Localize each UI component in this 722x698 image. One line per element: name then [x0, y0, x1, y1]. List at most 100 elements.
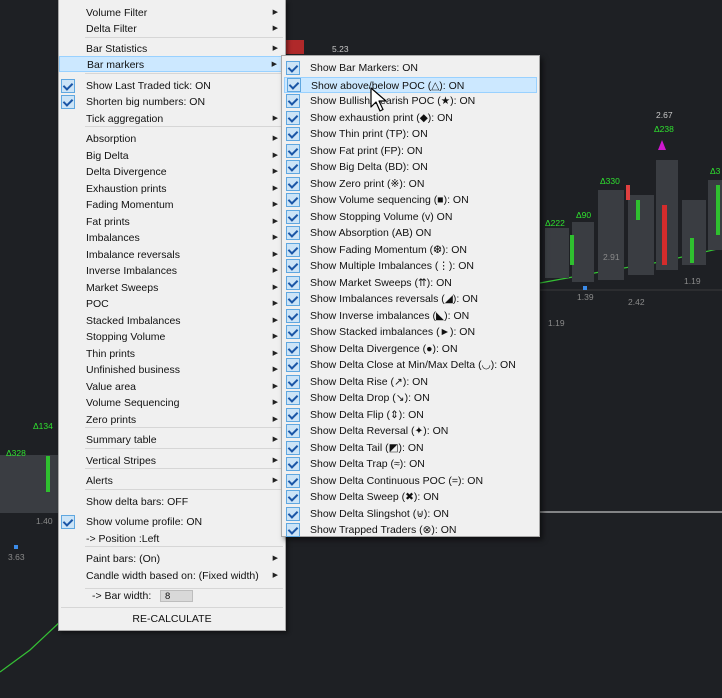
menu-item-stacked-imbalances[interactable]: Stacked Imbalances ▶ — [59, 313, 285, 329]
menu-item-label: Imbalance reversals — [86, 249, 180, 261]
submenu-item-show-delta-divergence-on[interactable]: Show Delta Divergence (●): ON — [282, 341, 539, 357]
menu-item-label: POC — [86, 298, 109, 310]
submenu-item-show-delta-tail-on[interactable]: Show Delta Tail (◩): ON — [282, 440, 539, 456]
checkmark-icon — [286, 473, 300, 488]
submenu-item-show-delta-trap-on[interactable]: Show Delta Trap (≈): ON — [282, 456, 539, 472]
submenu-item-show-inverse-imbalances-on[interactable]: Show Inverse imbalances (◣): ON — [282, 308, 539, 324]
menu-item-absorption[interactable]: Absorption ▶ — [59, 131, 285, 147]
submenu-item-label: Show Volume sequencing (■): ON — [310, 194, 469, 206]
menu-item-imbalance-reversals[interactable]: Imbalance reversals ▶ — [59, 247, 285, 263]
chart-label: 1.39 — [577, 292, 594, 302]
submenu-item-show-bullish-bearish-poc-on[interactable]: Show Bullish/Bearish POC (★): ON — [282, 93, 539, 109]
submenu-item-show-delta-close-at-min-max-delta-on[interactable]: Show Delta Close at Min/Max Delta (◡): O… — [282, 357, 539, 373]
submenu-item-show-fat-print-fp-on[interactable]: Show Fat print (FP): ON — [282, 143, 539, 159]
checkmark-icon — [61, 95, 75, 109]
menu-item-delta-filter[interactable]: Delta Filter ▶ — [59, 21, 285, 37]
submenu-item-show-volume-sequencing-on[interactable]: Show Volume sequencing (■): ON — [282, 192, 539, 208]
menu-item-label: Summary table — [86, 434, 157, 446]
menu-item-alerts[interactable]: Alerts ▶ — [59, 473, 285, 489]
submenu-item-show-fading-momentum-on[interactable]: Show Fading Momentum (❆): ON — [282, 242, 539, 258]
submenu-item-show-above-below-poc-on[interactable]: Show above/below POC (△): ON — [284, 76, 537, 93]
menu-item-market-sweeps[interactable]: Market Sweeps ▶ — [59, 280, 285, 296]
menu-item-thin-prints[interactable]: Thin prints ▶ — [59, 346, 285, 362]
menu-item-volume-filter[interactable]: Volume Filter ▶ — [59, 5, 285, 21]
menu-item-label: Market Sweeps — [86, 282, 159, 294]
menu-item-show-volume-profile-on[interactable]: Show volume profile: ON — [59, 514, 285, 530]
bar-width-label: -> Bar width: — [92, 590, 152, 602]
bar-width-input[interactable]: 8 — [160, 590, 193, 602]
submenu-item-show-delta-rise-on[interactable]: Show Delta Rise (↗): ON — [282, 374, 539, 390]
menu-item-bar-markers[interactable]: Bar markers ▶ — [59, 56, 285, 72]
submenu-item-show-big-delta-bd-on[interactable]: Show Big Delta (BD): ON — [282, 159, 539, 175]
submenu-item-label: Show Delta Continuous POC (=): ON — [310, 474, 484, 487]
submenu-item-label: Show Delta Reversal (✦): ON — [310, 425, 449, 437]
submenu-item-show-trapped-traders-on[interactable]: Show Trapped Traders (⊗): ON — [282, 522, 539, 538]
menu-item-unfinished-business[interactable]: Unfinished business ▶ — [59, 362, 285, 378]
menu-item-volume-sequencing[interactable]: Volume Sequencing ▶ — [59, 395, 285, 411]
submenu-item-show-delta-slingshot-on[interactable]: Show Delta Slingshot (⊎): ON — [282, 506, 539, 522]
submenu-item-label: Show Fading Momentum (❆): ON — [310, 243, 468, 256]
submenu-item-show-delta-flip-on[interactable]: Show Delta Flip (⇕): ON — [282, 407, 539, 423]
submenu-item-label: Show Multiple Imbalances (⋮): ON — [310, 260, 474, 272]
menu-item-bar-statistics[interactable]: Bar Statistics ▶ — [59, 41, 285, 57]
submenu-item-label: Show Zero print (※): ON — [310, 177, 425, 190]
menu-item-fat-prints[interactable]: Fat prints ▶ — [59, 214, 285, 230]
menu-item-summary-table[interactable]: Summary table ▶ — [59, 432, 285, 448]
recalculate-button[interactable]: RE-CALCULATE — [59, 611, 285, 627]
submenu-arrow-icon: ▶ — [272, 168, 278, 175]
submenu-item-show-thin-print-tp-on[interactable]: Show Thin print (TP): ON — [282, 126, 539, 142]
submenu-item-show-delta-drop-on[interactable]: Show Delta Drop (↘): ON — [282, 390, 539, 406]
menu-item-candle-width-based-on-fixed-width[interactable]: Candle width based on: (Fixed width) ▶ — [59, 568, 285, 584]
menu-item-poc[interactable]: POC ▶ — [59, 296, 285, 312]
checkmark-icon — [286, 127, 300, 141]
menu-item-show-last-traded-tick-on[interactable]: Show Last Traded tick: ON — [59, 78, 285, 94]
menu-item-label: Delta Filter — [86, 23, 137, 35]
submenu-arrow-icon: ▶ — [272, 152, 278, 159]
submenu-arrow-icon: ▶ — [272, 399, 278, 406]
submenu-item-show-market-sweeps-on[interactable]: Show Market Sweeps (⇈): ON — [282, 275, 539, 291]
menu-item-paint-bars-on[interactable]: Paint bars: (On) ▶ — [59, 551, 285, 567]
submenu-item-show-imbalances-reversals-on[interactable]: Show Imbalances reversals (◢): ON — [282, 291, 539, 307]
submenu-item-show-delta-continuous-poc-on[interactable]: Show Delta Continuous POC (=): ON — [282, 473, 539, 489]
menu-item-label: Show Last Traded tick: ON — [86, 80, 211, 92]
menu-item-zero-prints[interactable]: Zero prints ▶ — [59, 412, 285, 428]
menu-item-show-delta-bars-off[interactable]: Show delta bars: OFF — [59, 494, 285, 510]
menu-item-fading-momentum[interactable]: Fading Momentum ▶ — [59, 197, 285, 213]
menu-item-stopping-volume[interactable]: Stopping Volume ▶ — [59, 329, 285, 345]
menu-item-imbalances[interactable]: Imbalances ▶ — [59, 230, 285, 246]
submenu-arrow-icon: ▶ — [272, 135, 278, 142]
submenu-item-label: Show Imbalances reversals (◢): ON — [310, 293, 478, 305]
submenu-item-show-stopping-volume-v-on[interactable]: Show Stopping Volume (v) ON — [282, 209, 539, 225]
submenu-item-show-zero-print-on[interactable]: Show Zero print (※): ON — [282, 176, 539, 192]
submenu-arrow-icon: ▶ — [272, 416, 278, 423]
submenu-item-show-bar-markers-on[interactable]: Show Bar Markers: ON — [282, 60, 539, 76]
checkmark-icon — [286, 457, 300, 471]
submenu-item-show-absorption-ab-on[interactable]: Show Absorption (AB) ON — [282, 225, 539, 241]
menu-item-shorten-big-numbers-on[interactable]: Shorten big numbers: ON — [59, 94, 285, 110]
submenu-item-show-delta-reversal-on[interactable]: Show Delta Reversal (✦): ON — [282, 423, 539, 439]
menu-item-delta-divergence[interactable]: Delta Divergence ▶ — [59, 164, 285, 180]
menu-separator — [61, 607, 283, 608]
checkmark-icon — [286, 94, 300, 108]
checkmark-icon — [286, 490, 300, 504]
menu-separator — [85, 448, 283, 449]
menu-item-big-delta[interactable]: Big Delta ▶ — [59, 148, 285, 164]
menu-item-inverse-imbalances[interactable]: Inverse Imbalances ▶ — [59, 263, 285, 279]
submenu-item-show-stacked-imbalances-on[interactable]: Show Stacked imbalances (►): ON — [282, 324, 539, 340]
submenu-arrow-icon: ▶ — [272, 25, 278, 32]
menu-item-tick-aggregation[interactable]: Tick aggregation ▶ — [59, 111, 285, 127]
chart-label: Δ330 — [600, 176, 620, 186]
submenu-arrow-icon: ▶ — [272, 477, 278, 484]
checkmark-icon — [286, 407, 300, 422]
checkmark-icon — [286, 341, 300, 356]
menu-item-exhaustion-prints[interactable]: Exhaustion prints ▶ — [59, 181, 285, 197]
submenu-item-show-delta-sweep-on[interactable]: Show Delta Sweep (✖): ON — [282, 489, 539, 505]
submenu-arrow-icon: ▶ — [272, 115, 278, 122]
menu-item-vertical-stripes[interactable]: Vertical Stripes ▶ — [59, 453, 285, 469]
submenu-item-label: Show Fat print (FP): ON — [310, 144, 423, 157]
submenu-item-show-exhaustion-print-on[interactable]: Show exhaustion print (◆): ON — [282, 110, 539, 126]
menu-item-position-left[interactable]: -> Position :Left — [59, 531, 285, 547]
submenu-item-show-multiple-imbalances-on[interactable]: Show Multiple Imbalances (⋮): ON — [282, 258, 539, 274]
checkmark-icon — [286, 275, 300, 290]
menu-item-value-area[interactable]: Value area ▶ — [59, 379, 285, 395]
